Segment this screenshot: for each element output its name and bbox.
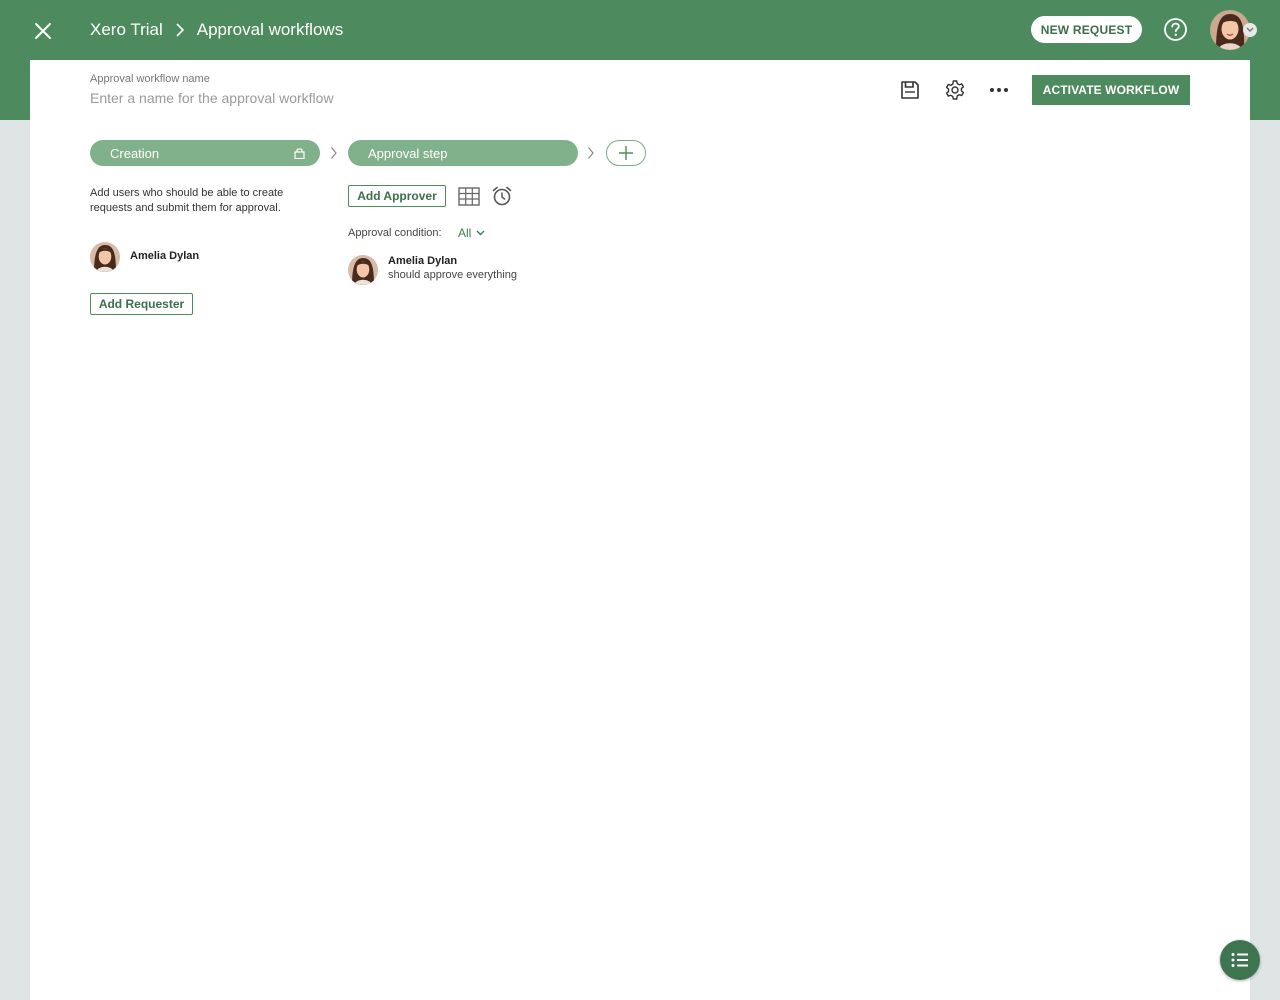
close-icon[interactable] [30,18,56,44]
workflow-name-label: Approval workflow name [90,73,210,85]
step-approval-label: Approval step [368,145,448,161]
step-approval[interactable]: Approval step [348,140,578,166]
requester-item: Amelia Dylan [90,242,199,272]
plus-icon [619,146,633,160]
help-circle-icon[interactable] [1163,17,1188,42]
activate-workflow-button[interactable]: ACTIVATE WORKFLOW [1032,75,1190,105]
chevron-right-icon [175,22,185,38]
approval-condition-select[interactable]: All [458,226,485,240]
workflow-name-input[interactable] [90,88,590,108]
table-icon[interactable] [458,187,480,206]
list-fab-button[interactable] [1220,940,1260,980]
more-icon[interactable] [988,79,1010,101]
approval-condition-value: All [458,226,472,240]
approver-note: should approve everything [388,269,518,281]
new-request-button[interactable]: NEW REQUEST [1031,16,1142,43]
avatar [90,242,120,272]
save-icon[interactable] [899,79,921,101]
approver-item: Amelia Dylan should approve everything [348,255,517,285]
approval-condition-label: Approval condition: [348,227,442,239]
add-step-button[interactable] [606,140,646,166]
chevron-right-icon [588,147,594,159]
chevron-down-icon [476,230,485,236]
alarm-clock-icon[interactable] [491,185,513,207]
step-creation-label: Creation [110,145,160,161]
avatar [348,255,378,285]
lock-icon [294,148,305,159]
workflow-panel: Approval workflow name ACTIVATE WORKFLOW… [30,60,1250,1000]
breadcrumb-org[interactable]: Xero Trial [90,20,163,40]
chevron-right-icon [331,147,337,159]
list-icon [1231,953,1248,967]
page-title: Approval workflows [196,20,344,39]
add-approver-button[interactable]: Add Approver [348,185,446,207]
breadcrumb: Xero Trial Approval workflows [90,18,343,42]
creation-help-text: Add users who should be able to create r… [90,187,284,214]
requester-name: Amelia Dylan [130,250,200,262]
gear-icon[interactable] [944,79,966,101]
chevron-down-icon[interactable] [1243,23,1257,37]
step-creation[interactable]: Creation [90,140,320,166]
add-requester-button[interactable]: Add Requester [90,293,193,315]
approver-name: Amelia Dylan [388,255,458,267]
